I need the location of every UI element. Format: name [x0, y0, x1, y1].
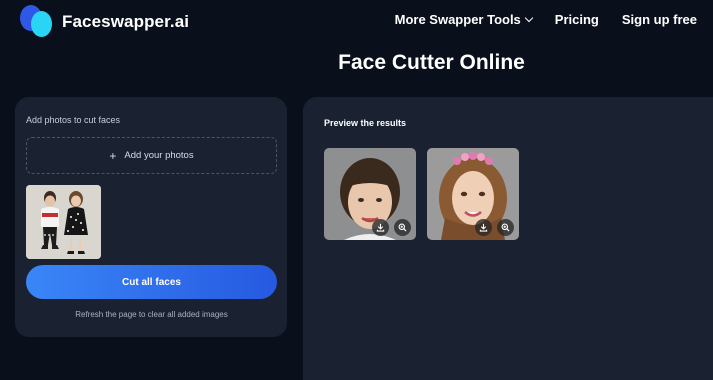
plus-icon: +: [109, 148, 117, 163]
cut-all-faces-button[interactable]: Cut all faces: [26, 265, 277, 299]
nav-more-swapper-tools-label: More Swapper Tools: [394, 12, 521, 27]
zoom-icon[interactable]: [394, 219, 411, 236]
zoom-icon[interactable]: [497, 219, 514, 236]
top-nav: More Swapper Tools Pricing Sign up free: [395, 12, 697, 27]
download-icon[interactable]: [372, 219, 389, 236]
add-photos-label: Add your photos: [124, 150, 194, 161]
logo-text: Faceswapper.ai: [62, 12, 190, 31]
uploaded-photo-thumbnail[interactable]: [26, 185, 101, 259]
add-photos-button[interactable]: + Add your photos: [26, 137, 277, 174]
logo[interactable]: Faceswapper.ai: [20, 5, 189, 39]
nav-pricing[interactable]: Pricing: [555, 12, 599, 27]
logo-icon: [20, 5, 54, 39]
upload-panel: Add photos to cut faces + Add your photo…: [15, 97, 287, 337]
upload-panel-label: Add photos to cut faces: [26, 115, 121, 125]
download-icon[interactable]: [475, 219, 492, 236]
results-panel: Preview the results: [303, 97, 713, 380]
uploaded-photo-image: [26, 185, 101, 259]
chevron-down-icon: [524, 13, 534, 22]
page: Faceswapper.ai More Swapper Tools Pricin…: [0, 0, 713, 380]
result-face-1[interactable]: [324, 148, 416, 240]
refresh-hint: Refresh the page to clear all added imag…: [75, 310, 228, 319]
nav-more-swapper-tools[interactable]: More Swapper Tools: [394, 12, 534, 27]
results-panel-label: Preview the results: [324, 118, 407, 128]
nav-pricing-label: Pricing: [554, 12, 599, 27]
page-title: Face Cutter Online: [338, 51, 525, 74]
nav-sign-up[interactable]: Sign up free: [622, 12, 697, 27]
result-face-2[interactable]: [427, 148, 519, 240]
nav-sign-up-label: Sign up free: [621, 12, 697, 27]
